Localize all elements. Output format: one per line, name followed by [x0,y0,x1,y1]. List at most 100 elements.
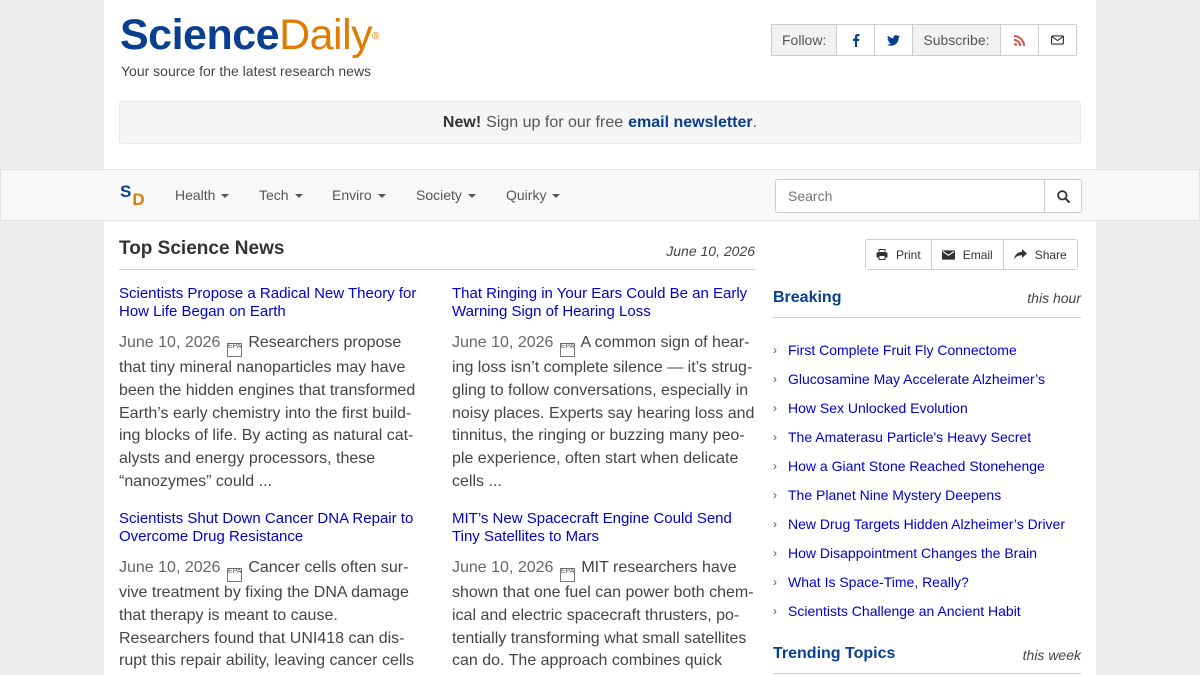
newsletter-end: . [752,113,758,131]
caret-down-icon [294,194,303,199]
story-headline[interactable]: That Ringing in Your Ears Could Be an Ea… [452,285,757,320]
chevron-right-icon: › [773,516,777,531]
separator-glyph: EPA [226,568,242,582]
nav-health[interactable]: Health [175,187,230,203]
story-card: That Ringing in Your Ears Could Be an Ea… [452,285,757,494]
story-date: June 10, 2026 [452,559,554,576]
breaking-list: › First Complete Fruit Fly Connectome › Gl… [773,335,1081,625]
breaking-link[interactable]: First Complete Fruit Fly Connectome [788,342,1017,358]
list-item: › Glucosamine May Accelerate Alzheimer’s [773,364,1081,393]
logo-daily: Daily [279,11,373,59]
site-logo[interactable]: ScienceDaily® [120,11,380,59]
list-item: › Scientists Challenge an Ancient Habit [773,596,1081,625]
breaking-link[interactable]: Glucosamine May Accelerate Alzheimer’s [788,371,1045,387]
breaking-link[interactable]: How Disappointment Changes the Brain [788,545,1037,561]
story-headline[interactable]: Scientists Propose a Radical New Theory … [119,285,424,320]
nav-label: Society [416,187,462,203]
breaking-link[interactable]: New Drug Targets Hidden Alzheimer’s Driv… [788,516,1065,532]
newsletter-banner: New! Sign up for our free email newslett… [119,101,1081,144]
story-body: June 10, 2026 EPA A common sign of hear-… [452,332,757,494]
nav-tech[interactable]: Tech [259,187,303,203]
print-icon [876,249,888,260]
separator-glyph: EPA [559,343,575,357]
search-button[interactable] [1044,179,1082,213]
list-item: › How Sex Unlocked Evolution [773,393,1081,422]
print-button[interactable]: Print [866,240,931,269]
section-date: June 10, 2026 [666,243,755,259]
list-item: › The Amaterasu Particle's Heavy Secret [773,422,1081,451]
trending-note: this week [1022,647,1081,663]
breaking-link[interactable]: The Planet Nine Mystery Deepens [788,487,1001,503]
nav-enviro[interactable]: Enviro [332,187,386,203]
story-summary: Cancer cells often sur-vive treatment by… [119,559,414,670]
nav-society[interactable]: Society [416,187,476,203]
story-body: June 10, 2026 EPA MIT researchers have s… [452,557,757,675]
chevron-right-icon: › [773,400,777,415]
story-headline[interactable]: MIT’s New Spacecraft Engine Could Send T… [452,510,757,545]
follow-label: Follow: [772,25,837,55]
twitter-button[interactable] [874,25,913,55]
separator-glyph: EPA [559,568,575,582]
story-headline[interactable]: Scientists Shut Down Cancer DNA Repair t… [119,510,424,545]
story-body: June 10, 2026 EPA Cancer cells often sur… [119,557,424,675]
separator-glyph: EPA [226,343,242,357]
facebook-icon [852,33,860,47]
envelope-icon [941,249,955,260]
print-label: Print [896,247,921,262]
caret-down-icon [552,194,561,199]
story-date: June 10, 2026 [452,334,554,351]
share-icon [1013,249,1027,260]
logo-science: Science [120,11,280,59]
breaking-link[interactable]: How a Giant Stone Reached Stonehenge [788,458,1045,474]
section-title: Top Science News [119,238,285,259]
story-date: June 10, 2026 [119,334,221,351]
breaking-link[interactable]: The Amaterasu Particle's Heavy Secret [788,429,1031,445]
breaking-link[interactable]: Scientists Challenge an Ancient Habit [788,603,1021,619]
newsletter-link[interactable]: email newsletter [628,114,753,132]
list-item: › How a Giant Stone Reached Stonehenge [773,451,1081,480]
nav-label: Tech [259,187,289,203]
nav-label: Enviro [332,187,372,203]
sd-logo-d: D [132,190,145,209]
divider [119,269,755,270]
share-tools: Print Email Share [865,239,1078,270]
email-subscribe-button[interactable] [1037,25,1076,55]
share-button[interactable]: Share [1002,240,1077,269]
story-date: June 10, 2026 [119,559,221,576]
nav-label: Quirky [506,187,547,203]
caret-down-icon [377,194,386,199]
search-icon [1056,189,1070,203]
sd-logo-s: S [120,182,132,201]
main-navbar: SD Health Tech Enviro Society Quirky [0,169,1200,221]
search-input[interactable] [775,179,1045,213]
divider [773,673,1081,674]
envelope-icon [1050,35,1064,45]
story-card: MIT’s New Spacecraft Engine Could Send T… [452,510,757,675]
subscribe-label: Subscribe: [912,25,1000,55]
facebook-button[interactable] [836,25,875,55]
nav-quirky[interactable]: Quirky [506,187,561,203]
email-button[interactable]: Email [930,240,1003,269]
list-item: › New Drug Targets Hidden Alzheimer’s Dri… [773,509,1081,538]
rss-icon [1013,34,1025,46]
breaking-note: this hour [1027,290,1081,306]
list-item: › The Planet Nine Mystery Deepens [773,480,1081,509]
follow-subscribe-bar: Follow: Subscribe: [771,24,1077,56]
newsletter-new-label: New! [442,113,482,131]
breaking-link[interactable]: How Sex Unlocked Evolution [788,400,968,416]
chevron-right-icon: › [773,487,777,502]
story-summary: Researchers propose that tiny mineral na… [119,334,416,490]
newsletter-text: Sign up for our free [486,113,624,131]
rss-button[interactable] [999,25,1038,55]
story-summary: MIT researchers have shown that one fuel… [452,559,754,670]
nav-label: Health [175,187,216,203]
chevron-right-icon: › [773,603,777,618]
list-item: › First Complete Fruit Fly Connectome [773,335,1081,364]
divider [773,317,1081,318]
chevron-right-icon: › [773,371,777,386]
caret-down-icon [221,194,230,199]
sd-home-logo[interactable]: SD [120,182,145,208]
breaking-link[interactable]: What Is Space-Time, Really? [788,574,969,590]
twitter-icon [887,34,901,46]
caret-down-icon [467,194,476,199]
